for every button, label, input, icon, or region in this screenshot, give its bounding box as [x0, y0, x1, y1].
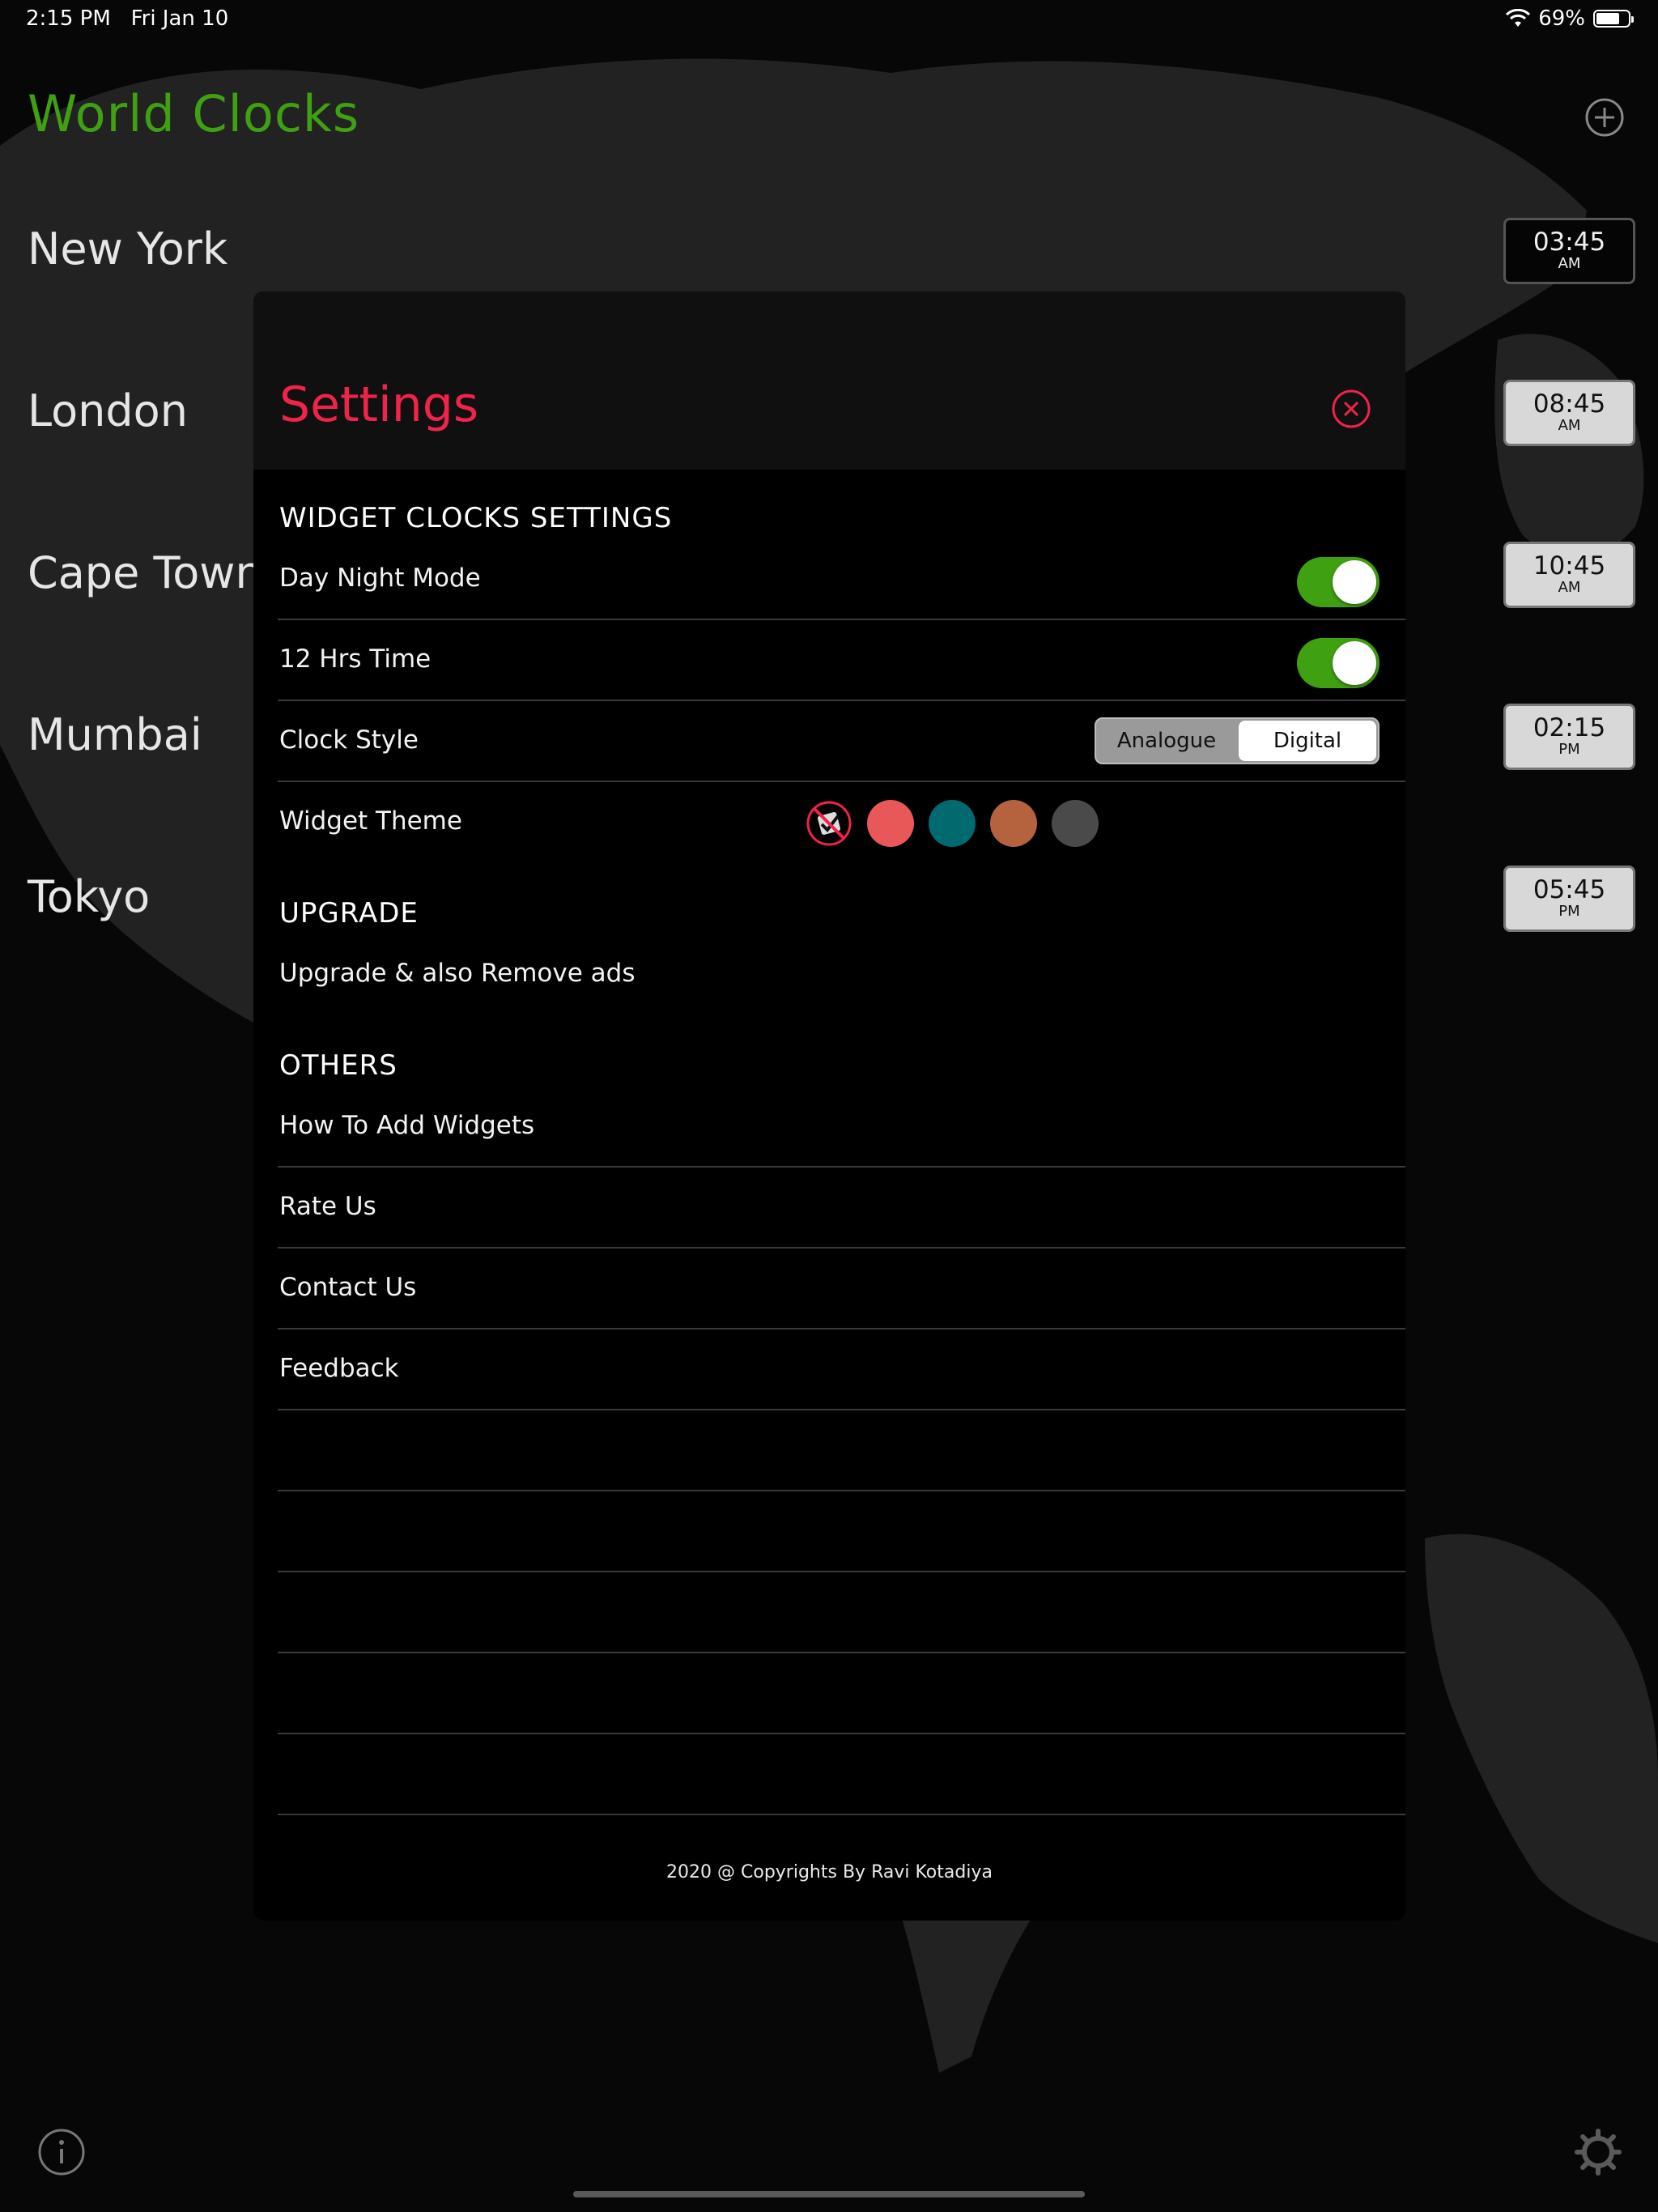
how-to-add-widgets-label: How To Add Widgets — [279, 1111, 535, 1140]
empty-row — [278, 1734, 1405, 1815]
section-widget-settings: WIDGET CLOCKS SETTINGS — [279, 502, 673, 534]
row-12-hrs-time: 12 Hrs Time — [278, 620, 1405, 701]
row-clock-style: Clock Style Analogue Digital — [278, 701, 1405, 782]
feedback-label: Feedback — [279, 1354, 399, 1383]
row-day-night-mode: Day Night Mode — [278, 539, 1405, 620]
toggle-knob — [1333, 641, 1376, 685]
status-date: Fri Jan 10 — [130, 6, 229, 31]
row-contact-us[interactable]: Contact Us — [278, 1249, 1405, 1329]
app-title: World Clocks — [28, 84, 360, 143]
empty-row — [278, 1653, 1405, 1734]
clock-period: AM — [1558, 417, 1581, 434]
status-right: 69% — [1506, 6, 1634, 31]
home-indicator[interactable] — [573, 2191, 1085, 2197]
twelve-hrs-label: 12 Hrs Time — [279, 644, 432, 674]
clock-london[interactable]: 08:45 AM — [1503, 380, 1635, 446]
empty-row — [278, 1572, 1405, 1653]
upgrade-label: Upgrade & also Remove ads — [279, 959, 636, 988]
widget-theme-label: Widget Theme — [279, 806, 462, 836]
clock-period: AM — [1558, 255, 1581, 272]
settings-panel: Settings WIDGET CLOCKS SETTINGS Day Nigh… — [253, 291, 1405, 1921]
clock-style-label: Clock Style — [279, 725, 419, 755]
city-name-new-york[interactable]: New York — [28, 223, 227, 274]
contact-us-label: Contact Us — [279, 1273, 417, 1302]
wifi-icon — [1506, 9, 1531, 27]
day-night-mode-label: Day Night Mode — [279, 564, 481, 593]
clock-period: PM — [1558, 903, 1580, 920]
battery-percent: 69% — [1538, 6, 1585, 31]
info-icon[interactable] — [37, 2128, 86, 2176]
city-name-tokyo[interactable]: Tokyo — [28, 871, 150, 922]
gear-icon[interactable] — [1574, 2128, 1622, 2176]
clock-time: 02:15 — [1533, 713, 1606, 742]
clock-time: 05:45 — [1533, 875, 1606, 904]
status-time-date: 2:15 PM Fri Jan 10 — [26, 6, 228, 31]
theme-swatch-brown[interactable] — [990, 800, 1037, 847]
row-widget-theme: Widget Theme — [278, 782, 1405, 863]
clock-time: 08:45 — [1533, 389, 1606, 419]
close-circle-icon[interactable] — [1331, 389, 1371, 429]
section-others: OTHERS — [279, 1049, 397, 1082]
empty-row — [278, 1491, 1405, 1572]
theme-swatch-red[interactable] — [867, 800, 914, 847]
settings-title: Settings — [279, 376, 479, 433]
segment-analogue[interactable]: Analogue — [1098, 721, 1235, 761]
clock-style-segmented-control: Analogue Digital — [1095, 717, 1380, 764]
row-upgrade[interactable]: Upgrade & also Remove ads — [278, 934, 1405, 1015]
rate-us-label: Rate Us — [279, 1192, 376, 1221]
clock-tokyo[interactable]: 05:45 PM — [1503, 866, 1635, 932]
empty-row — [278, 1410, 1405, 1491]
battery-icon — [1593, 10, 1634, 28]
city-name-cape-town[interactable]: Cape Town — [28, 547, 263, 598]
segment-digital[interactable]: Digital — [1239, 721, 1376, 761]
theme-swatch-gray[interactable] — [1052, 800, 1099, 847]
theme-swatch-teal[interactable] — [929, 800, 976, 847]
clock-new-york[interactable]: 03:45 AM — [1503, 218, 1635, 284]
row-rate-us[interactable]: Rate Us — [278, 1168, 1405, 1249]
status-time: 2:15 PM — [26, 6, 111, 31]
theme-swatch-black-selected[interactable] — [806, 800, 852, 847]
city-name-mumbai[interactable]: Mumbai — [28, 709, 202, 760]
clock-cape-town[interactable]: 10:45 AM — [1503, 542, 1635, 608]
copyright-footer: 2020 @ Copyrights By Ravi Kotadiya — [666, 1862, 993, 1882]
clock-mumbai[interactable]: 02:15 PM — [1503, 704, 1635, 770]
row-how-to-add-widgets[interactable]: How To Add Widgets — [278, 1087, 1405, 1168]
city-name-london[interactable]: London — [28, 385, 188, 436]
plus-circle-icon[interactable] — [1584, 97, 1625, 138]
row-feedback[interactable]: Feedback — [278, 1329, 1405, 1410]
clock-time: 03:45 — [1533, 228, 1606, 257]
day-night-mode-toggle[interactable] — [1297, 557, 1380, 607]
section-upgrade: UPGRADE — [279, 897, 419, 929]
clock-period: PM — [1558, 741, 1580, 758]
twelve-hrs-toggle[interactable] — [1297, 638, 1380, 688]
toggle-knob — [1333, 560, 1376, 604]
clock-period: AM — [1558, 579, 1581, 596]
clock-time: 10:45 — [1533, 551, 1606, 581]
